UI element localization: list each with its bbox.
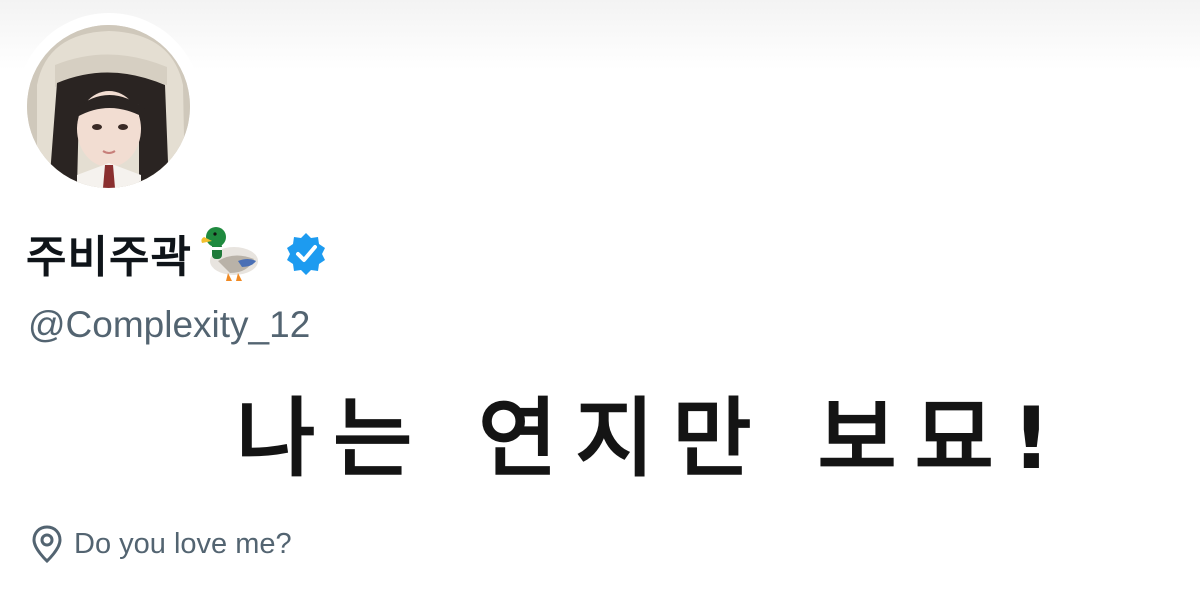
verified-badge-icon[interactable] <box>284 231 328 275</box>
bio-text: 나는 연지만 보묘! <box>236 389 1069 489</box>
location-text: Do you love me? <box>74 527 292 560</box>
duck-icon <box>198 221 262 285</box>
user-handle: @Complexity_12 <box>28 304 311 345</box>
avatar[interactable] <box>27 25 190 188</box>
display-name: 주비주곽 <box>26 232 192 283</box>
location-pin-icon <box>30 524 64 564</box>
name-row: 주비주곽 <box>26 218 328 288</box>
location-row: Do you love me? <box>30 524 292 564</box>
